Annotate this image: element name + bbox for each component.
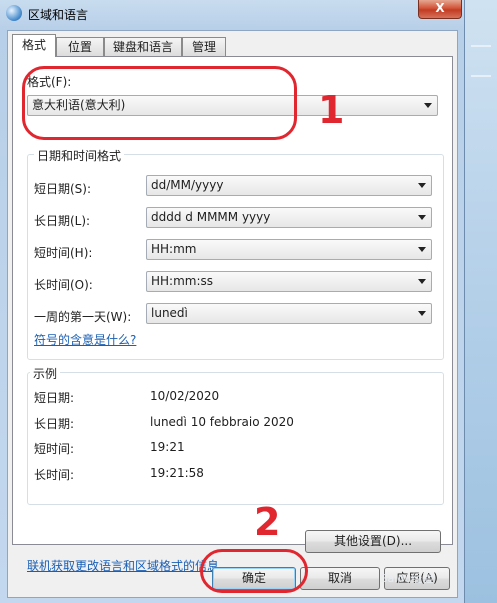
chevron-down-icon — [418, 247, 426, 252]
globe-icon — [6, 5, 22, 21]
long-date-value: dddd d MMMM yyyy — [151, 210, 271, 224]
chevron-down-icon — [418, 311, 426, 316]
desktop-background — [465, 0, 497, 603]
chevron-down-icon — [418, 183, 426, 188]
tab-format[interactable]: 格式 — [12, 34, 56, 57]
datetime-format-group: 日期和时间格式 短日期(S): dd/MM/yyyy 长日期(L): dddd … — [27, 147, 444, 360]
short-date-value: dd/MM/yyyy — [151, 178, 224, 192]
long-date-select[interactable]: dddd d MMMM yyyy — [146, 207, 432, 228]
window-title: 区域和语言 — [28, 8, 89, 22]
example-long-time-label: 长时间: — [34, 468, 75, 482]
tab-keyboards-languages[interactable]: 键盘和语言 — [104, 37, 182, 56]
short-date-label: 短日期(S): — [34, 182, 92, 196]
short-time-select[interactable]: HH:mm — [146, 239, 432, 260]
examples-group-title: 示例 — [30, 365, 61, 382]
short-time-label: 短时间(H): — [34, 246, 93, 260]
first-day-of-week-select[interactable]: lunedì — [146, 303, 432, 324]
annotation-marker-1: 1 — [318, 88, 345, 132]
additional-settings-button[interactable]: 其他设置(D)... — [305, 530, 441, 553]
long-time-select[interactable]: HH:mm:ss — [146, 271, 432, 292]
tab-location[interactable]: 位置 — [56, 37, 104, 56]
chevron-down-icon — [424, 103, 432, 108]
annotation-ring-format — [22, 66, 297, 140]
annotation-marker-2: 2 — [254, 500, 281, 544]
annotation-ring-ok — [200, 549, 308, 593]
tab-administrative[interactable]: 管理 — [182, 37, 226, 56]
short-date-select[interactable]: dd/MM/yyyy — [146, 175, 432, 196]
chevron-down-icon — [418, 215, 426, 220]
example-long-date-label: 长日期: — [34, 417, 75, 431]
desktop-stripe — [471, 45, 491, 47]
first-day-of-week-value: lunedì — [151, 306, 188, 320]
example-short-date-value: 10/02/2020 — [150, 389, 220, 403]
example-long-date-value: lunedì 10 febbraio 2020 — [150, 415, 294, 429]
notation-help-link[interactable]: 符号的含意是什么? — [34, 331, 136, 348]
close-button[interactable]: X — [418, 0, 462, 19]
chevron-down-icon — [418, 279, 426, 284]
long-time-value: HH:mm:ss — [151, 274, 214, 288]
example-long-time-value: 19:21:58 — [150, 466, 204, 480]
datetime-group-title: 日期和时间格式 — [34, 147, 125, 164]
title-bar[interactable]: 区域和语言 X — [0, 0, 465, 26]
long-time-label: 长时间(O): — [34, 278, 93, 292]
example-short-time-label: 短时间: — [34, 442, 75, 456]
long-date-label: 长日期(L): — [34, 214, 91, 228]
first-day-of-week-label: 一周的第一天(W): — [34, 310, 132, 324]
short-time-value: HH:mm — [151, 242, 197, 256]
example-short-time-value: 19:21 — [150, 440, 185, 454]
watermark: Baidu经验 — [380, 572, 434, 585]
example-short-date-label: 短日期: — [34, 391, 75, 405]
cancel-button[interactable]: 取消 — [300, 567, 380, 590]
desktop-stripe — [471, 75, 491, 77]
examples-group: 示例 短日期: 10/02/2020 长日期: lunedì 10 febbra… — [27, 365, 444, 505]
online-info-link[interactable]: 联机获取更改语言和区域格式的信息 — [27, 557, 219, 574]
